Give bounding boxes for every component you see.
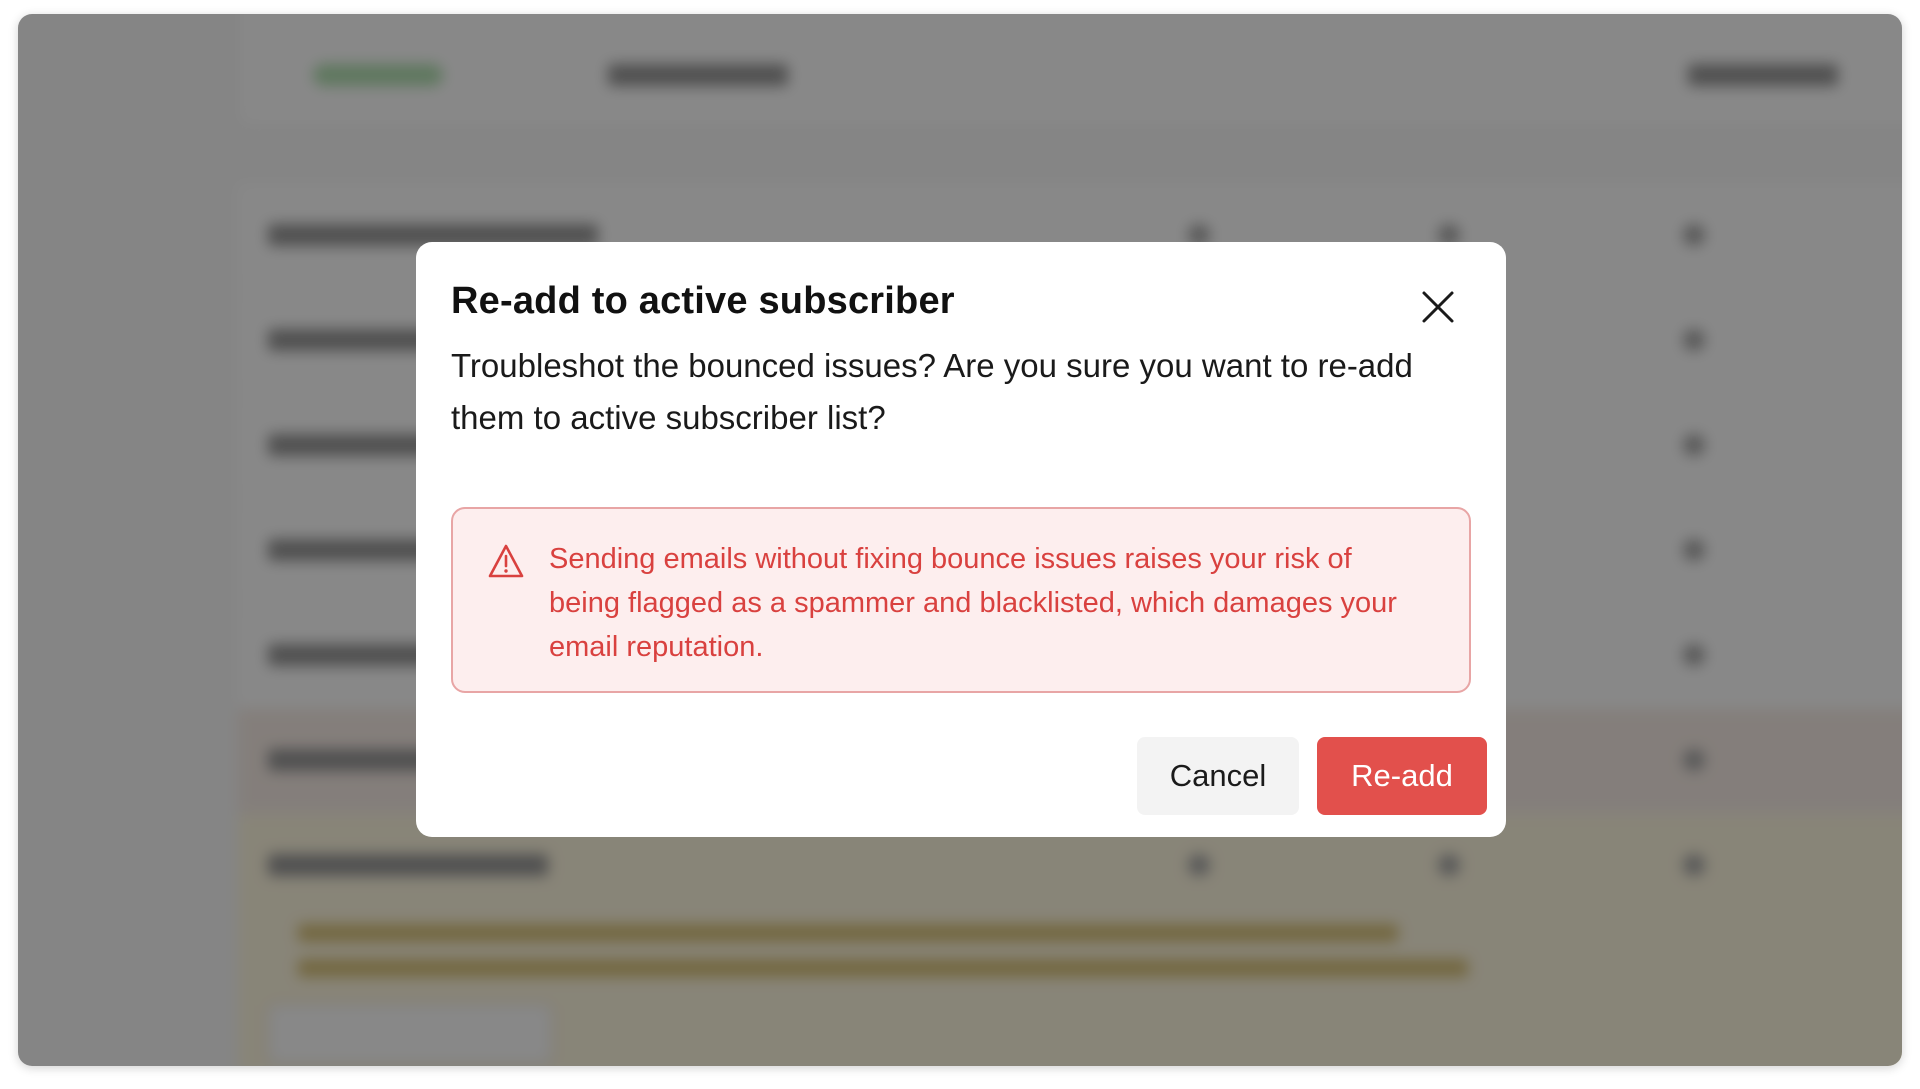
dialog-message: Troubleshot the bounced issues? Are you … bbox=[451, 347, 1413, 436]
warning-alert: Sending emails without fixing bounce iss… bbox=[451, 507, 1471, 693]
app-window: Re-add to active subscriber Troubleshot … bbox=[18, 14, 1902, 1066]
readd-subscriber-dialog: Re-add to active subscriber Troubleshot … bbox=[416, 242, 1506, 837]
warning-triangle-icon bbox=[488, 544, 524, 578]
readd-button[interactable]: Re-add bbox=[1317, 737, 1487, 815]
close-icon bbox=[1422, 291, 1454, 323]
dialog-title: Re-add to active subscriber bbox=[451, 280, 955, 322]
cancel-button[interactable]: Cancel bbox=[1137, 737, 1299, 815]
close-button[interactable] bbox=[1418, 287, 1458, 327]
warning-text: Sending emails without fixing bounce iss… bbox=[549, 543, 1397, 663]
